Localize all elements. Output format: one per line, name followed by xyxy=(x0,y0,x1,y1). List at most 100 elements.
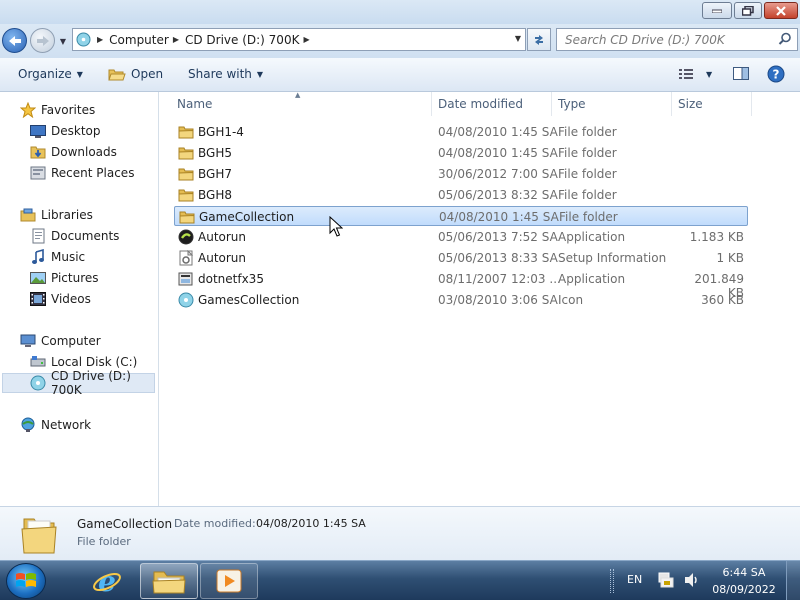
share-with-label: Share with xyxy=(188,67,252,81)
action-center-icon[interactable] xyxy=(657,571,675,589)
breadcrumb-separator[interactable]: ▶ xyxy=(169,35,185,44)
search-icon[interactable] xyxy=(778,32,792,46)
computer-icon xyxy=(20,333,36,349)
language-indicator[interactable]: EN xyxy=(627,573,642,586)
file-row[interactable]: GamesCollection 03/08/2010 3:06 SA Icon 360… xyxy=(174,290,748,310)
windows-logo-icon xyxy=(16,573,36,587)
chevron-down-icon: ▼ xyxy=(256,69,264,79)
search-box[interactable] xyxy=(556,28,798,51)
share-with-button[interactable]: Share with ▼ xyxy=(188,67,263,81)
windows-explorer-button[interactable] xyxy=(140,563,198,599)
chevron-down-icon[interactable]: ▼ xyxy=(706,70,712,79)
column-header-name[interactable]: Name xyxy=(160,92,432,116)
file-row[interactable]: BGH8 05/06/2013 8:32 SA File folder xyxy=(174,185,748,205)
minimize-icon xyxy=(712,9,722,13)
svg-text:?: ? xyxy=(773,68,780,82)
file-size: 1.183 KB xyxy=(689,230,744,244)
volume-icon[interactable] xyxy=(683,571,701,589)
help-button[interactable]: ? xyxy=(767,65,785,83)
file-list: ▲ Name Date modified Type Size BGH1-4 04/… xyxy=(160,91,800,506)
column-header-date-modified[interactable]: Date modified xyxy=(432,92,552,116)
nav-downloads[interactable]: Downloads xyxy=(0,142,158,162)
file-name: BGH1-4 xyxy=(198,125,244,139)
file-date-modified: 04/08/2010 1:45 SA xyxy=(438,125,558,139)
hard-drive-icon xyxy=(30,354,46,370)
search-input[interactable] xyxy=(565,32,770,47)
nav-desktop[interactable]: Desktop xyxy=(0,121,158,141)
file-name: GameCollection xyxy=(199,210,295,224)
nav-label: Downloads xyxy=(51,145,117,159)
refresh-icon xyxy=(535,34,543,45)
folder-icon xyxy=(178,145,194,161)
command-bar: Organize ▼ Open Share with ▼ ▼ ? xyxy=(0,58,800,92)
clock-date[interactable]: 08/09/2022 xyxy=(708,583,780,596)
file-row[interactable]: Autorun 05/06/2013 8:33 SA Setup Informati… xyxy=(174,248,748,268)
nav-label: Recent Places xyxy=(51,166,135,180)
file-type: Setup Information xyxy=(558,251,667,265)
nav-music[interactable]: Music xyxy=(0,247,158,267)
column-header-type[interactable]: Type xyxy=(552,92,672,116)
change-view-button[interactable]: ▼ xyxy=(678,67,712,81)
network-icon xyxy=(20,417,36,433)
nav-recent-places[interactable]: Recent Places xyxy=(0,163,158,183)
libraries-icon xyxy=(20,207,36,223)
file-date-modified: 05/06/2013 8:32 SA xyxy=(438,188,558,202)
organize-button[interactable]: Organize ▼ xyxy=(18,67,83,81)
nav-libraries[interactable]: Libraries xyxy=(0,205,158,225)
file-row[interactable]: GameCollection 04/08/2010 1:45 SA File fol… xyxy=(174,206,748,226)
file-type: Application xyxy=(558,272,626,286)
preview-pane-icon xyxy=(733,67,749,80)
file-row[interactable]: BGH7 30/06/2012 7:00 SA File folder xyxy=(174,164,748,184)
file-name: Autorun xyxy=(198,230,247,244)
nav-favorites[interactable]: Favorites xyxy=(0,100,158,120)
open-button[interactable]: Open xyxy=(108,67,163,81)
nav-network[interactable]: Network xyxy=(0,415,158,435)
navigation-bar: ▼ ▶ Computer ▶ CD Drive (D:) 700K ▶ ▼ xyxy=(0,24,800,58)
recent-pages-dropdown[interactable]: ▼ xyxy=(58,34,68,48)
breadcrumb-separator[interactable]: ▶ xyxy=(299,35,315,44)
taskbar: e EN 6:44 SA 08/09/2022 xyxy=(0,560,800,600)
nav-pictures[interactable]: Pictures xyxy=(0,268,158,288)
minimize-button[interactable] xyxy=(702,2,732,19)
refresh-button[interactable] xyxy=(527,28,551,51)
nav-videos[interactable]: Videos xyxy=(0,289,158,309)
details-pane: GameCollection Date modified: 04/08/2010… xyxy=(0,506,800,560)
videos-icon xyxy=(30,291,46,307)
nav-label: Pictures xyxy=(51,271,99,285)
breadcrumb-separator[interactable]: ▶ xyxy=(93,35,109,44)
nav-computer[interactable]: Computer xyxy=(0,331,158,351)
nav-label: Music xyxy=(51,250,86,264)
restore-button[interactable] xyxy=(734,2,762,19)
breadcrumb-cd-drive[interactable]: CD Drive (D:) 700K xyxy=(185,33,299,47)
show-desktop-button[interactable] xyxy=(786,561,800,600)
star-icon xyxy=(20,102,36,118)
breadcrumb-computer[interactable]: Computer xyxy=(109,33,169,47)
close-button[interactable] xyxy=(764,2,798,19)
forward-button[interactable] xyxy=(30,28,55,53)
address-bar[interactable]: ▶ Computer ▶ CD Drive (D:) 700K ▶ ▼ xyxy=(72,28,526,51)
clock-time[interactable]: 6:44 SA xyxy=(708,566,780,579)
back-button[interactable] xyxy=(2,28,27,53)
chevron-down-icon: ▼ xyxy=(76,69,83,79)
internet-explorer-button[interactable]: e xyxy=(78,563,136,599)
file-row[interactable]: BGH1-4 04/08/2010 1:45 SA File folder xyxy=(174,122,748,142)
restore-icon xyxy=(742,5,754,16)
address-dropdown[interactable]: ▼ xyxy=(515,34,521,43)
media-player-button[interactable] xyxy=(200,563,258,599)
column-header-size[interactable]: Size xyxy=(672,92,752,116)
icon-file-icon xyxy=(178,292,194,308)
file-row[interactable]: dotnetfx35 08/11/2007 12:03 ... Applicatio… xyxy=(174,269,748,300)
preview-pane-button[interactable] xyxy=(733,66,749,81)
documents-icon xyxy=(30,228,46,244)
installer-icon xyxy=(178,271,194,287)
nav-documents[interactable]: Documents xyxy=(0,226,158,246)
file-row[interactable]: Autorun 05/06/2013 7:52 SA Application 1.18… xyxy=(174,227,748,247)
file-name: Autorun xyxy=(198,251,247,265)
file-name: dotnetfx35 xyxy=(198,272,264,286)
organize-label: Organize xyxy=(18,67,72,81)
start-button[interactable] xyxy=(6,563,46,599)
file-date-modified: 04/08/2010 1:45 SA xyxy=(438,146,558,160)
file-row[interactable]: BGH5 04/08/2010 1:45 SA File folder xyxy=(174,143,748,163)
nav-cd-drive[interactable]: CD Drive (D:) 700K xyxy=(2,369,155,397)
cd-drive-icon xyxy=(73,29,93,50)
